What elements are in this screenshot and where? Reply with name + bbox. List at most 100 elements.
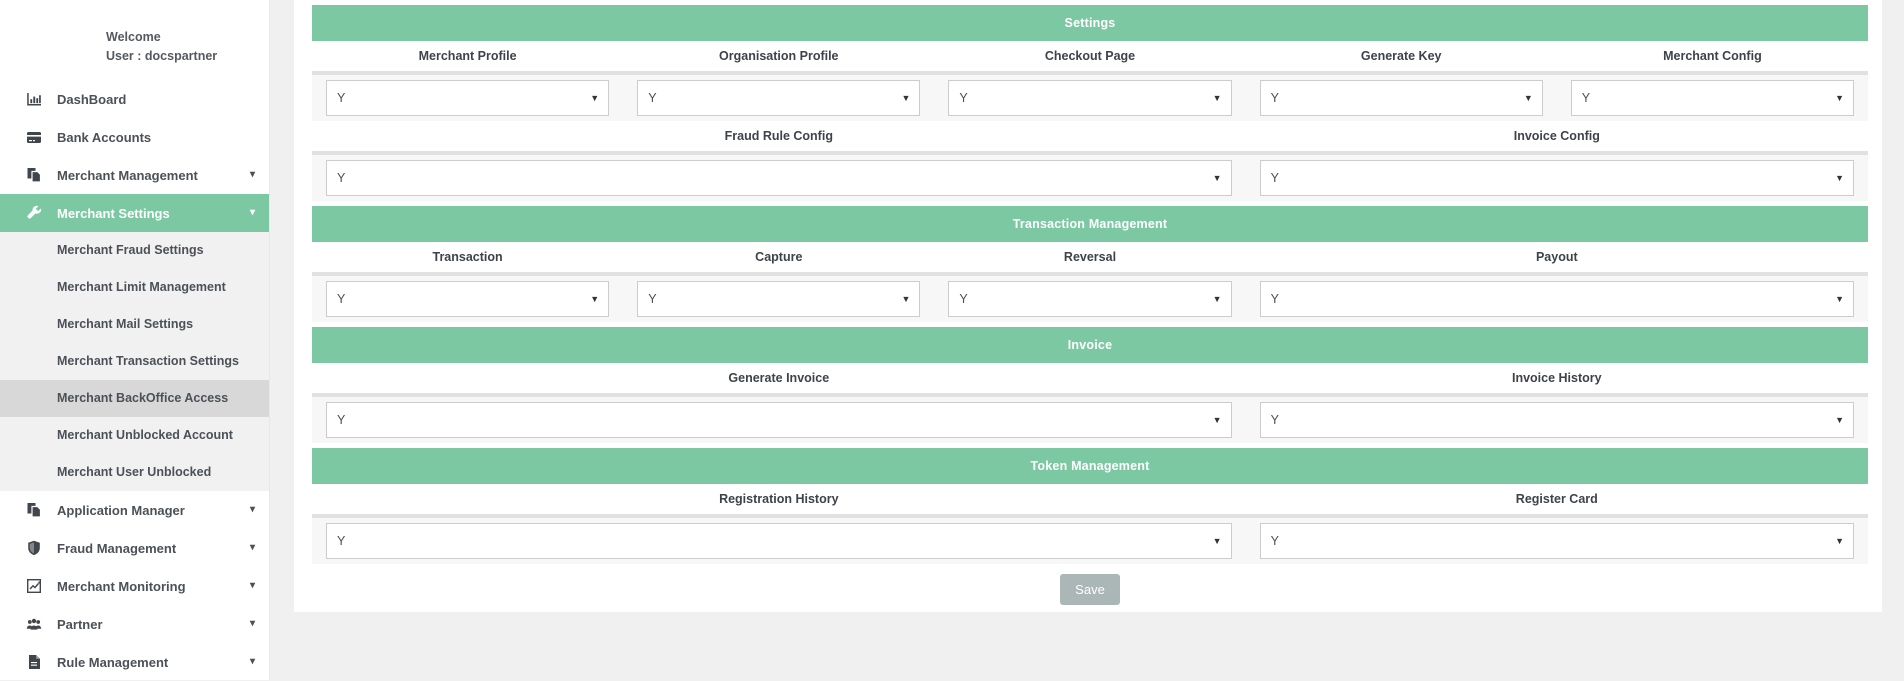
invoice-config-select[interactable]: Y [1261, 161, 1853, 195]
select-box-registration-history: Y▼ [326, 523, 1232, 559]
bank-card-icon [25, 128, 43, 146]
field-label-generate-invoice: Generate Invoice [312, 371, 1246, 385]
field-label-row: Fraud Rule ConfigInvoice Config [312, 121, 1868, 151]
field-label-generate-key: Generate Key [1246, 49, 1557, 63]
sidebar-item-application-manager[interactable]: Application Manager ▾ [0, 491, 269, 529]
select-cell: Y▼ [623, 281, 934, 317]
sidebar-item-dashboard[interactable]: DashBoard [0, 80, 269, 118]
generate-key-select[interactable]: Y [1261, 81, 1542, 115]
sidebar-item-bank-accounts[interactable]: Bank Accounts [0, 118, 269, 156]
chevron-down-icon: ▾ [250, 619, 255, 629]
field-select-row: Y▼ Y▼ [312, 155, 1868, 201]
field-label-row: Merchant ProfileOrganisation ProfileChec… [312, 41, 1868, 71]
wrench-icon [25, 204, 43, 222]
save-button[interactable]: Save [1060, 574, 1120, 605]
select-box-reversal: Y▼ [948, 281, 1231, 317]
sidebar-item-label: Merchant Settings [57, 206, 170, 221]
select-cell: Y▼ [1246, 523, 1868, 559]
select-box-transaction: Y▼ [326, 281, 609, 317]
submenu-item-merchant-mail-settings[interactable]: Merchant Mail Settings [0, 306, 269, 343]
checkout-page-select[interactable]: Y [949, 81, 1230, 115]
select-cell: Y▼ [1246, 402, 1868, 438]
welcome-block: Welcome User : docspartner [106, 28, 269, 66]
chevron-down-icon: ▾ [250, 505, 255, 515]
submenu-item-merchant-unblocked-account[interactable]: Merchant Unblocked Account [0, 417, 269, 454]
sidebar-item-label: Partner [57, 617, 103, 632]
transaction-select[interactable]: Y [327, 282, 608, 316]
sidebar-item-fraud-management[interactable]: Fraud Management▾ [0, 529, 269, 567]
users-group-icon [25, 615, 43, 633]
welcome-text: Welcome [106, 28, 269, 47]
registration-history-select[interactable]: Y [327, 524, 1231, 558]
select-box-fraud-rule-config: Y▼ [326, 160, 1232, 196]
field-label-register-card: Register Card [1246, 492, 1868, 506]
field-label-row: Generate InvoiceInvoice History [312, 363, 1868, 393]
chevron-down-icon: ▾ [250, 170, 255, 180]
sidebar-item-merchant-monitoring[interactable]: Merchant Monitoring ▾ [0, 567, 269, 605]
sidebar-item-label: Rule Management [57, 655, 168, 670]
select-cell: Y▼ [934, 80, 1245, 116]
select-cell: Y▼ [312, 80, 623, 116]
submenu-item-merchant-backoffice-access[interactable]: Merchant BackOffice Access [0, 380, 269, 417]
section-header-token-management: Token Management [312, 448, 1868, 484]
select-cell: Y▼ [312, 160, 1246, 196]
invoice-history-select[interactable]: Y [1261, 403, 1853, 437]
select-cell: Y▼ [312, 281, 623, 317]
merchant-settings-submenu: Merchant Fraud SettingsMerchant Limit Ma… [0, 232, 269, 491]
sidebar-item-partner[interactable]: Partner ▾ [0, 605, 269, 643]
section-header-transaction-management: Transaction Management [312, 206, 1868, 242]
chevron-down-icon: ▾ [250, 581, 255, 591]
select-cell: Y▼ [623, 80, 934, 116]
chevron-down-icon: ▾ [250, 543, 255, 553]
copy-pages-icon [25, 501, 43, 519]
field-label-row: TransactionCaptureReversalPayout [312, 242, 1868, 272]
reversal-select[interactable]: Y [949, 282, 1230, 316]
select-box-checkout-page: Y▼ [948, 80, 1231, 116]
generate-invoice-select[interactable]: Y [327, 403, 1231, 437]
fraud-rule-config-select[interactable]: Y [327, 161, 1231, 195]
merchant-profile-select[interactable]: Y [327, 81, 608, 115]
sidebar-menu: DashBoard Bank Accounts Merchant Managemen… [0, 80, 269, 681]
field-label-reversal: Reversal [934, 250, 1245, 264]
sidebar-item-merchant-management[interactable]: Merchant Management▾ [0, 156, 269, 194]
sidebar-item-label: Merchant Monitoring [57, 579, 186, 594]
select-box-capture: Y▼ [637, 281, 920, 317]
merchant-config-select[interactable]: Y [1572, 81, 1853, 115]
field-label-row: Registration HistoryRegister Card [312, 484, 1868, 514]
sidebar-item-merchant-settings[interactable]: Merchant Settings ▾ [0, 194, 269, 232]
field-label-registration-history: Registration History [312, 492, 1246, 506]
chevron-down-icon: ▾ [250, 208, 255, 218]
submenu-item-merchant-user-unblocked[interactable]: Merchant User Unblocked [0, 454, 269, 491]
sidebar-item-rule-management[interactable]: Rule Management ▾ [0, 643, 269, 681]
field-label-payout: Payout [1246, 250, 1868, 264]
field-label-capture: Capture [623, 250, 934, 264]
select-cell: Y▼ [312, 402, 1246, 438]
sidebar-item-label: Bank Accounts [57, 130, 151, 145]
copy-pages-icon [25, 166, 43, 184]
register-card-select[interactable]: Y [1261, 524, 1853, 558]
capture-select[interactable]: Y [638, 282, 919, 316]
submenu-item-merchant-limit-management[interactable]: Merchant Limit Management [0, 269, 269, 306]
sidebar: Welcome User : docspartner DashBoard Bank… [0, 0, 270, 680]
organisation-profile-select[interactable]: Y [638, 81, 919, 115]
select-box-merchant-config: Y▼ [1571, 80, 1854, 116]
field-label-merchant-profile: Merchant Profile [312, 49, 623, 63]
sidebar-item-label: Application Manager [57, 503, 185, 518]
select-box-generate-invoice: Y▼ [326, 402, 1232, 438]
submenu-item-merchant-transaction-settings[interactable]: Merchant Transaction Settings [0, 343, 269, 380]
select-cell: Y▼ [934, 281, 1245, 317]
select-box-generate-key: Y▼ [1260, 80, 1543, 116]
select-cell: Y▼ [1557, 80, 1868, 116]
select-box-invoice-config: Y▼ [1260, 160, 1854, 196]
submenu-item-merchant-fraud-settings[interactable]: Merchant Fraud Settings [0, 232, 269, 269]
document-icon [25, 653, 43, 671]
section-header-invoice: Invoice [312, 327, 1868, 363]
field-label-transaction: Transaction [312, 250, 623, 264]
field-select-row: Y▼ Y▼ [312, 518, 1868, 564]
field-select-row: Y▼ Y▼ Y▼ Y▼ [312, 276, 1868, 322]
shield-icon [25, 539, 43, 557]
field-label-merchant-config: Merchant Config [1557, 49, 1868, 63]
payout-select[interactable]: Y [1261, 282, 1853, 316]
chevron-down-icon: ▾ [250, 657, 255, 667]
select-box-payout: Y▼ [1260, 281, 1854, 317]
